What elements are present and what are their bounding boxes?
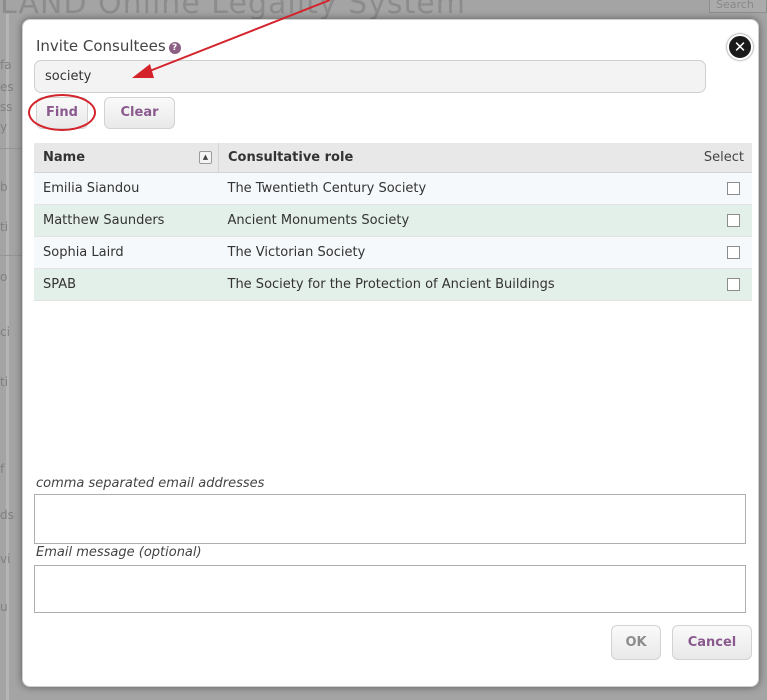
background-text-fragment: y	[0, 120, 8, 134]
select-checkbox[interactable]	[727, 246, 740, 259]
column-header-role[interactable]: Consultative role	[218, 143, 676, 173]
email-addresses-label: comma separated email addresses	[36, 476, 265, 491]
consultee-role: The Victorian Society	[218, 236, 676, 269]
background-text-fragment: ss	[0, 100, 13, 114]
consultee-name: Sophia Laird	[34, 236, 219, 269]
sort-up-icon[interactable]: ▲	[199, 151, 212, 164]
select-checkbox[interactable]	[727, 182, 740, 195]
select-checkbox[interactable]	[727, 278, 740, 291]
background-text-fragment: vi	[0, 552, 11, 566]
select-checkbox[interactable]	[727, 214, 740, 227]
email-message-field[interactable]	[34, 565, 746, 613]
column-header-name-label: Name	[43, 150, 86, 165]
email-addresses-field[interactable]	[34, 494, 746, 544]
table-row[interactable]: Sophia Laird The Victorian Society	[34, 236, 752, 269]
background-text-fragment: ds	[0, 508, 14, 522]
help-icon[interactable]: ?	[168, 42, 181, 54]
table-row[interactable]: Matthew Saunders Ancient Monuments Socie…	[34, 204, 752, 237]
background-text-fragment: u	[0, 600, 8, 614]
ok-button[interactable]: OK	[611, 625, 661, 660]
close-icon[interactable]: ✕	[727, 34, 753, 60]
table-row[interactable]: SPAB The Society for the Protection of A…	[34, 268, 752, 301]
invite-consultees-dialog: Invite Consultees? ✕ Find Clear Name ▲ C…	[22, 19, 759, 687]
background-text-fragment: o	[0, 270, 8, 284]
table-row[interactable]: Emilia Siandou The Twentieth Century Soc…	[34, 172, 752, 205]
clear-button[interactable]: Clear	[104, 97, 175, 129]
consultee-role: The Twentieth Century Society	[218, 172, 676, 205]
consultee-search-input[interactable]	[34, 60, 706, 93]
table-header-row: Name ▲ Consultative role Select	[34, 143, 752, 173]
background-text-fragment: fa	[0, 58, 12, 72]
consultee-name: Matthew Saunders	[34, 204, 219, 237]
select-cell	[676, 172, 752, 205]
dialog-title-text: Invite Consultees	[36, 37, 166, 55]
background-app-title: LAND Online Legality System	[0, 0, 466, 21]
consultee-results-table: Name ▲ Consultative role Select Emilia S…	[34, 143, 752, 301]
select-cell	[676, 268, 752, 301]
background-frame	[6, 14, 9, 700]
select-cell	[676, 236, 752, 269]
consultee-name: Emilia Siandou	[34, 172, 219, 205]
cancel-button[interactable]: Cancel	[672, 625, 752, 660]
background-text-fragment: es	[0, 80, 14, 94]
email-message-label: Email message (optional)	[36, 545, 202, 560]
background-text-fragment: f	[0, 462, 5, 476]
background-text-fragment: ti	[0, 375, 9, 389]
background-divider	[0, 255, 22, 256]
dialog-title: Invite Consultees?	[36, 37, 181, 55]
find-button[interactable]: Find	[36, 97, 88, 129]
consultee-role: Ancient Monuments Society	[218, 204, 676, 237]
consultee-name: SPAB	[34, 268, 219, 301]
column-header-name[interactable]: Name ▲	[34, 143, 219, 173]
column-header-select: Select	[676, 143, 752, 173]
select-cell	[676, 204, 752, 237]
background-text-fragment: ci	[0, 325, 10, 339]
consultee-role: The Society for the Protection of Ancien…	[218, 268, 676, 301]
background-divider	[0, 148, 22, 149]
background-search-box: Search	[709, 0, 767, 13]
background-text-fragment: ti	[0, 220, 9, 234]
background-text-fragment: b	[0, 180, 8, 194]
